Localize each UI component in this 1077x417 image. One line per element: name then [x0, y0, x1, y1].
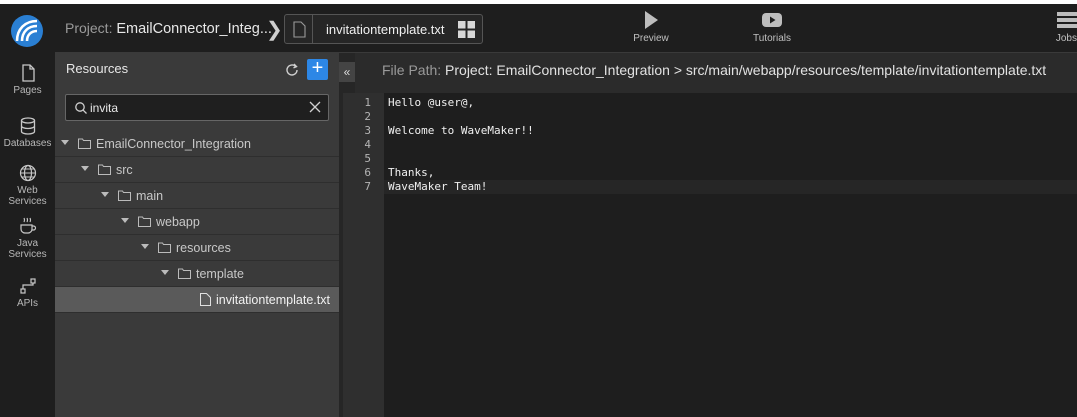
file-path-label: File Path:: [382, 62, 442, 78]
line-number: 3: [364, 124, 371, 137]
tree-item-label: resources: [176, 241, 231, 255]
grid-icon[interactable]: [458, 21, 475, 38]
resources-title: Resources: [66, 61, 129, 76]
tree-item-label: webapp: [156, 215, 200, 229]
file-path-value: Project: EmailConnector_Integration > sr…: [445, 62, 1047, 78]
folder-icon: [78, 138, 91, 149]
line-number: 7: [364, 180, 371, 193]
preview-label: Preview: [633, 33, 669, 44]
apis-icon: [18, 276, 38, 296]
code-line: Thanks,: [388, 166, 435, 179]
code-text-area[interactable]: Hello @user@, Welcome to WaveMaker!! Tha…: [384, 93, 1077, 417]
nav-web-services[interactable]: Web Services: [0, 163, 55, 207]
plus-icon: +: [311, 57, 324, 79]
nav-pages-label: Pages: [13, 85, 42, 96]
open-file-name: invitationtemplate.txt: [326, 22, 445, 37]
line-number-gutter: 1 2 3 4 5 6 7: [343, 93, 384, 417]
left-nav-rail: Pages Databases Web Services Java Servic…: [0, 4, 55, 417]
jobs-icon: [1056, 10, 1077, 30]
resources-header: Resources +: [55, 53, 339, 88]
line-number: 5: [364, 152, 371, 165]
file-tree: EmailConnector_Integration src main weba…: [55, 131, 339, 313]
tree-item-resources[interactable]: resources: [55, 235, 339, 261]
nav-java-label-1: Java: [16, 238, 39, 249]
tree-item-label: template: [196, 267, 244, 281]
code-editor[interactable]: 1 2 3 4 5 6 7 Hello @user@, Welcome to W…: [343, 93, 1077, 417]
nav-pages[interactable]: Pages: [0, 63, 55, 96]
tree-item-label: src: [116, 163, 133, 177]
nav-web-label-1: Web: [17, 185, 38, 196]
code-line: WaveMaker Team!: [388, 180, 488, 193]
tree-item-label: invitationtemplate.txt: [216, 293, 330, 307]
nav-java-label-2: Services: [8, 249, 47, 260]
tree-item-label: EmailConnector_Integration: [96, 137, 251, 151]
caret-down-icon[interactable]: [101, 192, 109, 197]
editor-pane: File Path: Project: EmailConnector_Integ…: [343, 53, 1077, 417]
caret-down-icon[interactable]: [141, 244, 149, 249]
nav-java-services[interactable]: Java Services: [0, 216, 55, 260]
youtube-icon: [749, 10, 795, 30]
tutorials-label: Tutorials: [753, 33, 791, 44]
file-icon: [285, 15, 313, 43]
tree-item-project[interactable]: EmailConnector_Integration: [55, 131, 339, 157]
collapse-panel-button[interactable]: «: [339, 62, 355, 82]
folder-icon: [98, 164, 111, 175]
wavemaker-logo-icon[interactable]: [11, 15, 43, 47]
refresh-icon[interactable]: [284, 62, 300, 78]
jobs-label: Jobs: [1055, 33, 1077, 44]
code-line: Hello @user@,: [388, 96, 475, 109]
caret-down-icon[interactable]: [161, 270, 169, 275]
nav-databases[interactable]: Databases: [0, 116, 55, 149]
code-line: Welcome to WaveMaker!!: [388, 124, 534, 137]
tree-item-main[interactable]: main: [55, 183, 339, 209]
double-chevron-left-icon: «: [343, 65, 351, 79]
tree-item-template[interactable]: template: [55, 261, 339, 287]
open-file-tab[interactable]: invitationtemplate.txt: [284, 14, 483, 44]
tree-item-src[interactable]: src: [55, 157, 339, 183]
tree-item-invitationtemplate[interactable]: invitationtemplate.txt: [55, 287, 339, 313]
project-name: EmailConnector_Integ...: [116, 21, 272, 37]
top-bar: Project: EmailConnector_Integ... ❯ invit…: [55, 4, 1077, 53]
folder-icon: [138, 216, 151, 227]
line-number: 1: [364, 96, 371, 109]
nav-apis[interactable]: APIs: [0, 276, 55, 309]
nav-apis-label: APIs: [16, 298, 39, 309]
caret-down-icon[interactable]: [61, 140, 69, 145]
search-icon: [74, 101, 88, 115]
resources-panel: Resources + EmailConnector_Integration: [55, 53, 342, 417]
tree-item-label: main: [136, 189, 164, 203]
chevron-right-icon: ❯: [266, 19, 283, 41]
app-window: Pages Databases Web Services Java Servic…: [0, 4, 1077, 417]
tutorials-button[interactable]: Tutorials: [749, 10, 795, 44]
tree-item-webapp[interactable]: webapp: [55, 209, 339, 235]
database-icon: [18, 116, 38, 136]
close-icon[interactable]: [308, 100, 322, 114]
nav-web-label-2: Services: [8, 196, 47, 207]
project-breadcrumb[interactable]: Project: EmailConnector_Integ...: [65, 20, 272, 37]
globe-icon: [18, 163, 38, 183]
line-number: 2: [364, 110, 371, 123]
folder-icon: [158, 242, 171, 253]
coffee-icon: [18, 216, 38, 236]
resource-search[interactable]: [65, 94, 329, 121]
caret-down-icon[interactable]: [81, 166, 89, 171]
add-resource-button[interactable]: +: [307, 57, 328, 80]
nav-databases-label: Databases: [3, 138, 52, 149]
pages-icon: [18, 63, 38, 83]
file-icon: [200, 293, 211, 306]
folder-icon: [118, 190, 131, 201]
jobs-button[interactable]: Jobs: [1050, 10, 1077, 44]
folder-icon: [178, 268, 191, 279]
line-number: 6: [364, 166, 371, 179]
project-label: Project:: [65, 20, 113, 36]
search-input[interactable]: [90, 99, 300, 117]
caret-down-icon[interactable]: [121, 218, 129, 223]
line-number: 4: [364, 138, 371, 151]
file-path: File Path: Project: EmailConnector_Integ…: [382, 62, 1046, 78]
play-icon: [631, 10, 671, 30]
active-line-highlight: [384, 180, 1077, 194]
preview-button[interactable]: Preview: [631, 10, 671, 44]
